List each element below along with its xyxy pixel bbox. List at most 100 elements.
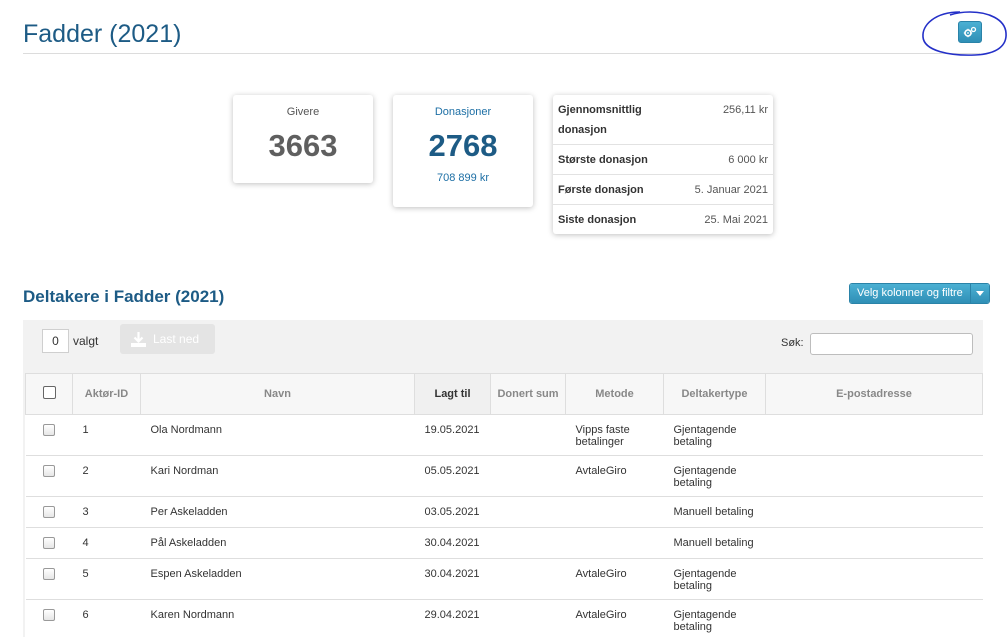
cell-sum <box>490 455 566 497</box>
search-label: Søk: <box>781 337 804 349</box>
table-row[interactable]: 5 Espen Askeladden 30.04.2021 AvtaleGiro… <box>25 558 983 600</box>
cell-added: 05.05.2021 <box>414 455 491 497</box>
participants-panel: 0 valgt Last ned Søk: Aktør-ID Navn Lagt… <box>23 320 983 637</box>
summary-value: 5. Januar 2021 <box>694 184 768 196</box>
table-row[interactable]: 2 Kari Nordman 05.05.2021 AvtaleGiro Gje… <box>25 455 983 497</box>
participants-table: Aktør-ID Navn Lagt til Donert sum Metode… <box>25 373 983 637</box>
cell-added: 30.04.2021 <box>414 527 491 559</box>
column-header[interactable]: Metode <box>565 373 664 415</box>
givers-card: Givere 3663 <box>233 95 373 183</box>
selected-label: valgt <box>73 334 99 348</box>
cell-id: 3 <box>72 496 141 528</box>
givers-label: Givere <box>286 106 320 118</box>
cell-added: 30.04.2021 <box>414 558 491 600</box>
table-header-row: Aktør-ID Navn Lagt til Donert sum Metode… <box>25 373 983 415</box>
cell-id: 6 <box>72 599 141 637</box>
summary-key: Siste donasjon <box>558 214 637 226</box>
row-select-cell[interactable] <box>25 414 73 456</box>
summary-row: Største donasjon 6 000 kr <box>553 144 773 174</box>
cell-email <box>765 414 983 456</box>
row-checkbox[interactable] <box>43 424 55 436</box>
cell-name: Kari Nordman <box>140 455 415 497</box>
cell-type: Manuell betaling <box>663 496 766 528</box>
summary-value: 6 000 kr <box>728 154 768 166</box>
row-checkbox[interactable] <box>43 465 55 477</box>
column-header[interactable]: Deltakertype <box>663 373 766 415</box>
cell-method: AvtaleGiro <box>565 455 664 497</box>
chevron-down-icon <box>975 291 984 296</box>
cell-method: AvtaleGiro <box>565 558 664 600</box>
download-icon <box>131 331 146 347</box>
summary-key: Gjennomsnittlig donasjon <box>558 104 642 136</box>
column-header[interactable]: Donert sum <box>490 373 566 415</box>
cell-added: 19.05.2021 <box>414 414 491 456</box>
donations-card[interactable]: Donasjoner 2768 708 899 kr <box>393 95 533 207</box>
columns-filter-dropdown[interactable] <box>969 284 989 303</box>
cell-name: Espen Askeladden <box>140 558 415 600</box>
donations-count: 2768 <box>428 128 498 163</box>
download-label: Last ned <box>153 332 200 346</box>
row-checkbox[interactable] <box>43 609 55 621</box>
columns-filter-label[interactable]: Velg kolonner og filtre <box>850 284 970 303</box>
cell-method: Vipps faste betalinger <box>565 414 664 456</box>
settings-button[interactable] <box>958 21 982 43</box>
cell-sum <box>490 599 566 637</box>
download-button[interactable]: Last ned <box>120 324 215 354</box>
cell-sum <box>490 558 566 600</box>
cell-sum <box>490 414 566 456</box>
table-row[interactable]: 1 Ola Nordmann 19.05.2021 Vipps faste be… <box>25 414 983 456</box>
summary-row: Siste donasjon 25. Mai 2021 <box>553 204 773 234</box>
cell-method <box>565 527 664 559</box>
summary-key: Første donasjon <box>558 184 644 196</box>
cell-id: 4 <box>72 527 141 559</box>
cell-name: Pål Askeladden <box>140 527 415 559</box>
title-divider <box>23 53 980 54</box>
page: Fadder (2021) Givere 3663 Donasjoner 276… <box>0 0 1008 637</box>
cell-added: 03.05.2021 <box>414 496 491 528</box>
select-all-checkbox[interactable] <box>42 386 56 399</box>
row-select-cell[interactable] <box>25 496 73 528</box>
summary-key: Største donasjon <box>558 154 648 166</box>
column-header[interactable]: Navn <box>140 373 415 415</box>
cell-email <box>765 496 983 528</box>
search-input[interactable] <box>810 333 973 355</box>
cell-method <box>565 496 664 528</box>
row-select-cell[interactable] <box>25 558 73 600</box>
gears-icon <box>963 26 977 38</box>
row-checkbox[interactable] <box>43 568 55 580</box>
cell-id: 1 <box>72 414 141 456</box>
cell-sum <box>490 496 566 528</box>
donations-sum: 708 899 kr <box>437 172 489 184</box>
cell-type: Gjentagende betaling <box>663 599 766 637</box>
cell-name: Per Askeladden <box>140 496 415 528</box>
cell-name: Karen Nordmann <box>140 599 415 637</box>
column-header[interactable]: Lagt til <box>414 373 491 415</box>
cell-type: Manuell betaling <box>663 527 766 559</box>
cell-email <box>765 455 983 497</box>
row-select-cell[interactable] <box>25 455 73 497</box>
row-select-cell[interactable] <box>25 599 73 637</box>
columns-filter-button[interactable]: Velg kolonner og filtre <box>849 283 990 304</box>
summary-row: Gjennomsnittlig donasjon 256,11 kr <box>553 95 773 144</box>
column-header[interactable]: E-postadresse <box>765 373 983 415</box>
cell-name: Ola Nordmann <box>140 414 415 456</box>
cell-email <box>765 527 983 559</box>
cell-id: 2 <box>72 455 141 497</box>
table-row[interactable]: 6 Karen Nordmann 29.04.2021 AvtaleGiro G… <box>25 599 983 637</box>
summary-row: Første donasjon 5. Januar 2021 <box>553 174 773 204</box>
cell-type: Gjentagende betaling <box>663 558 766 600</box>
summary-value: 256,11 kr <box>722 104 768 116</box>
page-title: Fadder (2021) <box>23 20 182 48</box>
row-select-cell[interactable] <box>25 527 73 559</box>
givers-count: 3663 <box>268 128 338 163</box>
select-all-cell[interactable] <box>25 373 73 415</box>
cell-email <box>765 558 983 600</box>
table-row[interactable]: 3 Per Askeladden 03.05.2021 Manuell beta… <box>25 496 983 528</box>
section-title: Deltakere i Fadder (2021) <box>23 287 225 306</box>
cell-sum <box>490 527 566 559</box>
table-row[interactable]: 4 Pål Askeladden 30.04.2021 Manuell beta… <box>25 527 983 559</box>
column-header[interactable]: Aktør-ID <box>72 373 141 415</box>
row-checkbox[interactable] <box>43 537 55 549</box>
row-checkbox[interactable] <box>43 506 55 518</box>
cell-type: Gjentagende betaling <box>663 414 766 456</box>
